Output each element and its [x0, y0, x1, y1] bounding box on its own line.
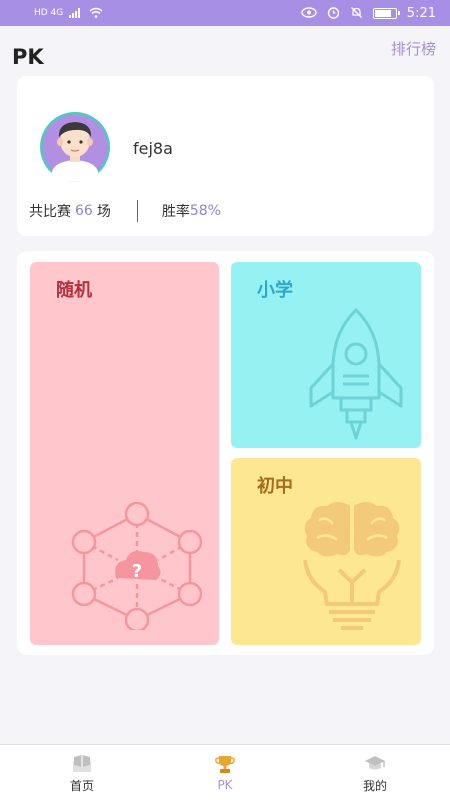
hexagon-network-question-icon: ?	[66, 501, 208, 634]
win-rate-value: 58%	[189, 203, 221, 219]
status-left: HD 4G	[34, 7, 103, 20]
mode-tile-junior[interactable]: 初中	[231, 458, 421, 645]
profile-card: fej8a 共比赛 66 场 胜率 58%	[17, 76, 434, 236]
signal-icon	[69, 7, 83, 20]
graduation-cap-icon	[364, 753, 386, 773]
page-title: PK	[12, 45, 44, 69]
nav-item-home[interactable]: 首页	[37, 745, 127, 800]
trophy-icon	[214, 754, 236, 774]
modes-card: 随机 ? 小学 初中	[17, 251, 434, 655]
nav-label-pk: PK	[217, 778, 233, 792]
battery-icon	[372, 7, 400, 19]
status-right: 5:21	[301, 6, 436, 21]
matches-count: 66	[75, 203, 93, 219]
status-time: 5:21	[406, 5, 436, 21]
ranking-link[interactable]: 排行榜	[391, 38, 436, 59]
mode-label-junior: 初中	[257, 476, 293, 497]
stats-row: 共比赛 66 场 胜率 58%	[29, 200, 221, 222]
mode-label-random: 随机	[56, 280, 92, 301]
rocket-icon	[303, 306, 409, 446]
matches-suffix: 场	[96, 204, 111, 220]
avatar[interactable]	[29, 111, 121, 183]
brain-lightbulb-icon	[297, 496, 407, 640]
nav-label-mine: 我的	[362, 778, 387, 793]
matches-prefix: 共比赛	[29, 204, 71, 220]
eye-icon	[301, 6, 317, 20]
nav-item-pk[interactable]: PK	[180, 745, 270, 800]
stats-divider	[136, 200, 138, 222]
mode-label-primary: 小学	[257, 280, 293, 301]
header: PK 排行榜	[0, 26, 450, 76]
wifi-icon	[89, 7, 103, 20]
mode-tile-primary[interactable]: 小学	[231, 262, 421, 448]
network-type-text: HD 4G	[34, 8, 64, 18]
username: fej8a	[133, 139, 173, 158]
win-rate-label: 胜率	[161, 204, 190, 220]
bottom-nav: 首页 PK 我的	[0, 744, 450, 800]
svg-text:?: ?	[132, 561, 142, 582]
alarm-icon	[327, 6, 340, 21]
nav-item-mine[interactable]: 我的	[330, 745, 420, 800]
mode-tile-random[interactable]: 随机 ?	[30, 262, 219, 645]
home-book-icon	[71, 753, 93, 773]
mute-bell-icon	[350, 6, 363, 21]
status-bar: HD 4G 5:21	[0, 0, 450, 26]
nav-label-home: 首页	[69, 778, 94, 793]
